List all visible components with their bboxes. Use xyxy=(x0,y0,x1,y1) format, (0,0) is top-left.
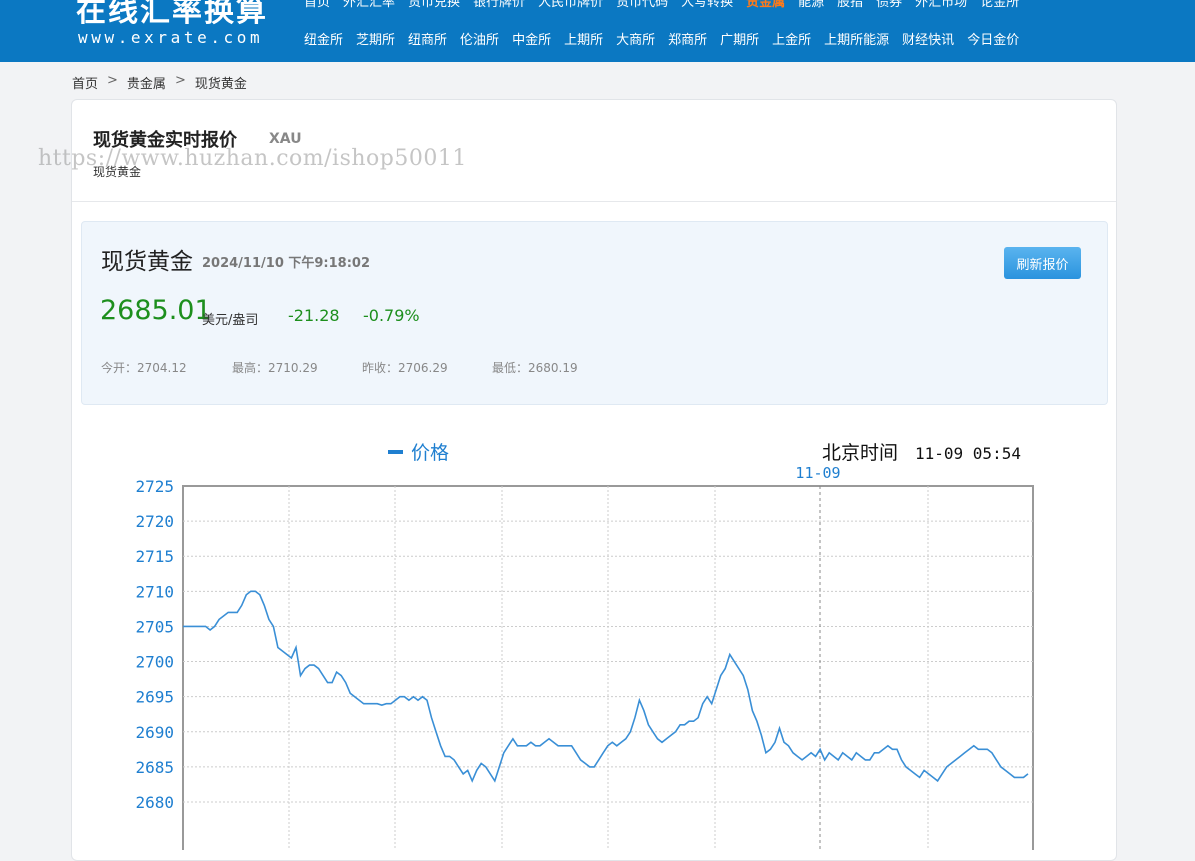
breadcrumb-home[interactable]: 首页 xyxy=(72,73,98,92)
watermark: https://www.huzhan.com/ishop50011 xyxy=(38,146,467,171)
breadcrumb-precious-metals[interactable]: 贵金属 xyxy=(127,73,166,92)
nav-item[interactable]: 上金所 xyxy=(772,29,811,48)
day-marker-label: 11-09 xyxy=(795,464,840,482)
quote-timestamp: 2024/11/10 下午9:18:02 xyxy=(202,256,371,271)
nav-item[interactable]: 银行牌价 xyxy=(473,0,525,10)
nav-item[interactable]: 股指 xyxy=(837,0,863,10)
y-tick-label: 2690 xyxy=(135,723,174,742)
nav-item[interactable]: 伦油所 xyxy=(460,29,499,48)
site-domain[interactable]: www.exrate.com xyxy=(78,28,263,47)
price-chart: 价格 北京时间 11-09 05:54 11-09 27252720271527… xyxy=(135,442,1034,850)
nav-item[interactable]: 外汇市场 xyxy=(915,0,967,10)
nav-item[interactable]: 能源 xyxy=(798,0,824,10)
nav-item[interactable]: 纽金所 xyxy=(304,29,343,48)
site-logo[interactable]: 在线汇率换算 xyxy=(76,0,268,30)
nav-item[interactable]: 郑商所 xyxy=(668,29,707,48)
nav-item[interactable]: 货币代码 xyxy=(616,0,668,10)
stat-low: 最低：2680.19 xyxy=(492,361,578,375)
price-series-line xyxy=(183,590,1029,783)
nav-item[interactable]: 人民币牌价 xyxy=(538,0,603,10)
quote-panel: 现货黄金 2024/11/10 下午9:18:02 刷新报价 2685.01 美… xyxy=(81,221,1108,405)
y-tick-label: 2695 xyxy=(135,688,174,707)
main-nav-row2: 纽金所 芝期所 纽商所 伦油所 中金所 上期所 大商所 郑商所 广期所 上金所 上期所能源 财经快讯今… xyxy=(304,29,1032,48)
nav-item[interactable]: 贵金属 xyxy=(746,0,785,10)
nav-item[interactable]: 上期所 xyxy=(564,29,603,48)
y-tick-label: 2705 xyxy=(135,617,174,636)
nav-item[interactable]: 货币兑换 xyxy=(408,0,460,10)
price-change-percent: -0.79% xyxy=(363,306,420,325)
nav-item[interactable]: 财经快讯 xyxy=(902,29,954,48)
symbol-code: XAU xyxy=(269,131,302,147)
nav-item[interactable]: 芝期所 xyxy=(356,29,395,48)
nav-item[interactable]: 首页 xyxy=(304,0,330,10)
breadcrumb: 首页 > 贵金属 > 现货黄金 xyxy=(72,73,247,92)
clock-time: 11-09 05:54 xyxy=(915,444,1021,463)
y-tick-label: 2725 xyxy=(135,477,174,496)
nav-item[interactable]: 债券 xyxy=(876,0,902,10)
price-unit: 美元/盎司 xyxy=(202,313,259,328)
y-tick-label: 2720 xyxy=(135,512,174,531)
y-tick-label: 2715 xyxy=(135,547,174,566)
refresh-quote-button[interactable]: 刷新报价 xyxy=(1004,247,1081,279)
y-tick-label: 2710 xyxy=(135,582,174,601)
nav-item[interactable]: 人写转换 xyxy=(681,0,733,10)
nav-item[interactable]: 上期所能源 xyxy=(824,29,889,48)
legend-label: 价格 xyxy=(411,442,449,464)
nav-item[interactable]: 纽商所 xyxy=(408,29,447,48)
stat-high: 最高：2710.29 xyxy=(232,361,318,375)
stat-open: 今开：2704.12 xyxy=(101,361,187,375)
y-axis-ticks: 2725 2720 2715 2710 2705 2700 2695 2690 2685 2680 xyxy=(135,477,174,812)
breadcrumb-separator: > xyxy=(107,73,118,88)
current-price: 2685.01 xyxy=(100,295,212,326)
breadcrumb-current: 现货黄金 xyxy=(194,77,247,92)
nav-item[interactable]: 论金所 xyxy=(980,0,1019,10)
price-change: -21.28 xyxy=(288,306,340,325)
quote-name: 现货黄金 xyxy=(101,249,193,275)
nav-item[interactable]: 中金所 xyxy=(512,29,551,48)
y-tick-label: 2700 xyxy=(135,653,174,672)
site-header: 在线汇率换算 www.exrate.com 首页 外汇汇率 货币兑换 银行牌价 人民币牌… xyxy=(0,0,1195,62)
y-tick-label: 2680 xyxy=(135,793,174,812)
stat-prev-close: 昨收：2706.29 xyxy=(362,361,448,375)
nav-item[interactable]: 大商所 xyxy=(616,29,655,48)
divider xyxy=(72,201,1116,202)
nav-item[interactable]: 外汇汇率 xyxy=(343,0,395,10)
nav-item[interactable]: 广期所 xyxy=(720,29,759,48)
breadcrumb-separator: > xyxy=(174,73,186,88)
clock-label: 北京时间 xyxy=(822,442,898,464)
main-nav-row1: 首页 外汇汇率 货币兑换 银行牌价 人民币牌价 货币代码 人写转换 贵金属 能源 股指 债券 外汇市场… xyxy=(304,0,1032,10)
chart-grid xyxy=(182,485,1034,850)
y-tick-label: 2685 xyxy=(135,758,174,777)
nav-item[interactable]: 今日金价 xyxy=(967,29,1019,48)
